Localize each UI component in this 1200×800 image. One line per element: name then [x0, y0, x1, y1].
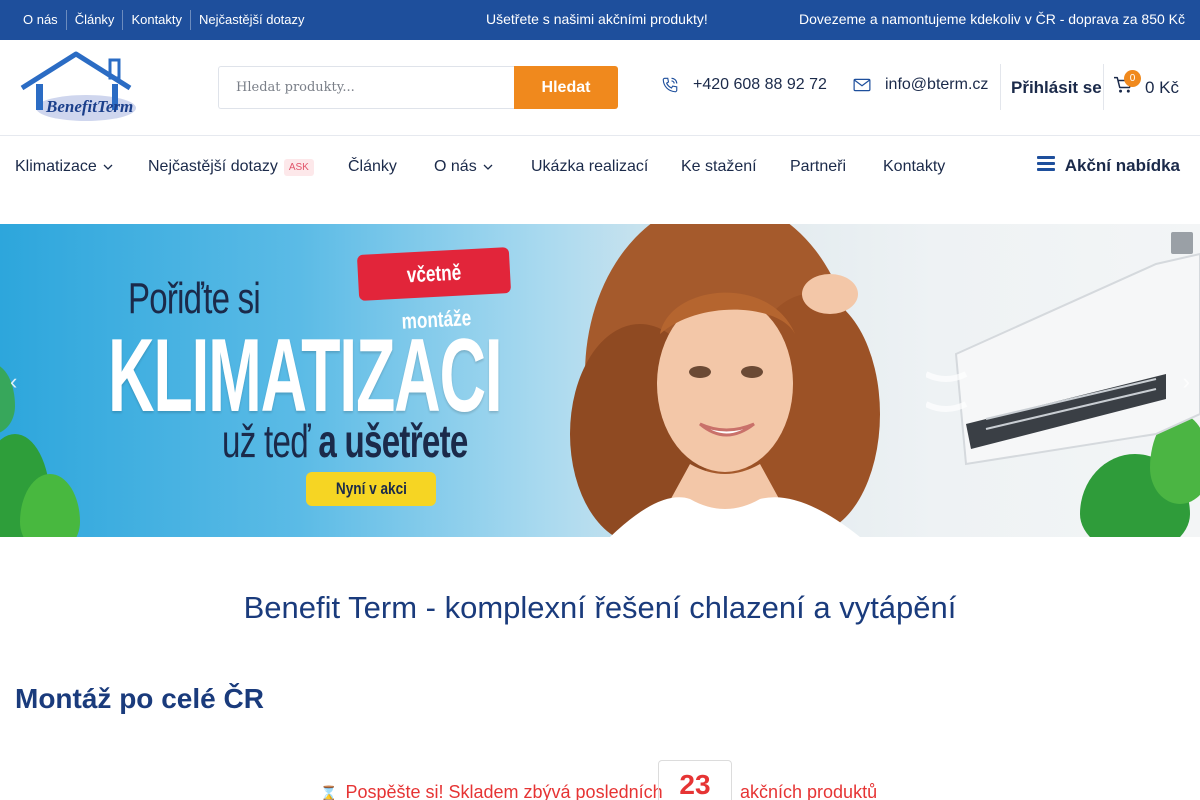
logo-text: BenefitTerm [46, 97, 134, 116]
nav-item-realizations[interactable]: Ukázka realizací [531, 158, 648, 176]
ask-badge: ASK [283, 158, 314, 176]
cart-total: 0 Kč [1145, 77, 1180, 97]
hero-line-3: už teď a ušetřete [222, 414, 468, 468]
top-link-about[interactable]: O nás [15, 10, 66, 30]
delivery-text: Dovezeme a namontujeme kdekoliv v ČR - d… [799, 11, 1185, 27]
nav-item-contacts[interactable]: Kontakty [883, 158, 945, 176]
slider-pause-button[interactable] [1171, 232, 1193, 254]
top-link-faq[interactable]: Nejčastější dotazy [190, 10, 313, 30]
header-divider [1103, 64, 1104, 110]
nav-item-label: Ke stažení [681, 158, 757, 175]
offers-label: Akční nabídka [1064, 156, 1180, 175]
stock-suffix: akčních produktů [740, 782, 878, 800]
hero-line-3b: a ušetřete [318, 415, 468, 467]
search-input[interactable] [218, 66, 514, 109]
header-divider [1000, 64, 1001, 110]
site-header: BenefitTerm Hledat +420 608 88 92 72 inf… [0, 40, 1200, 136]
woman-photo [570, 224, 880, 537]
search-form: Hledat [218, 66, 618, 109]
cart-button[interactable]: 0 0 Kč [1113, 70, 1180, 99]
email-contact[interactable]: info@bterm.cz [852, 75, 988, 95]
nav-item-label: Kontakty [883, 158, 946, 175]
nav-item-articles[interactable]: Články [348, 158, 397, 176]
logo[interactable]: BenefitTerm [18, 50, 140, 124]
top-link-contacts[interactable]: Kontakty [122, 10, 190, 30]
stock-prefix: ⌛ Pospěšte si! Skladem zbývá posledních [320, 782, 663, 800]
top-link-articles[interactable]: Články [65, 10, 123, 30]
stock-prefix-text: Pospěšte si! Skladem zbývá posledních [345, 782, 663, 800]
nav-item-klimatizace[interactable]: Klimatizace [15, 158, 113, 176]
hero-installation-badge: včetně montáže [356, 247, 512, 334]
chevron-down-icon [483, 158, 493, 176]
nav-item-label: Články [348, 158, 397, 175]
section-title: Montáž po celé ČR [15, 683, 264, 714]
top-links: O nás Články Kontakty Nejčastější dotazy [15, 0, 313, 40]
air-conditioner-photo [926, 252, 1200, 466]
hero-cta-label: Nyní v akci [335, 479, 407, 498]
nav-item-label: Partneři [790, 158, 847, 175]
stock-count: 23 [658, 760, 732, 800]
menu-icon [1036, 156, 1055, 176]
slider-prev-arrow[interactable]: ‹ [10, 369, 17, 395]
nav-item-label: Ukázka realizací [531, 158, 649, 175]
page-title: Benefit Term - komplexní řešení chlazení… [243, 590, 957, 625]
search-button[interactable]: Hledat [514, 66, 618, 109]
nav-item-downloads[interactable]: Ke stažení [681, 158, 757, 176]
phone-number: +420 608 88 92 72 [693, 76, 827, 93]
hero-banner[interactable]: včetně montáže Pořiďte si KLIMATIZACI už… [0, 224, 1200, 537]
chevron-down-icon [103, 158, 113, 176]
hero-line-3a: už teď [222, 415, 311, 467]
main-nav: Klimatizace Nejčastější dotazy ASK Článk… [0, 137, 1200, 197]
nav-item-partners[interactable]: Partneři [790, 158, 846, 176]
nav-item-label: Klimatizace [15, 158, 97, 175]
login-link[interactable]: Přihlásit se [1011, 78, 1102, 98]
slider-next-arrow[interactable]: › [1183, 369, 1190, 395]
hourglass-icon: ⌛ [320, 785, 338, 800]
nav-item-about[interactable]: O nás [434, 158, 493, 176]
promo-text[interactable]: Ušetřete s našimi akčními produkty! [486, 11, 708, 27]
phone-contact[interactable]: +420 608 88 92 72 [660, 75, 827, 95]
mail-icon [852, 75, 872, 95]
offers-menu-button[interactable]: Akční nabídka [1036, 156, 1180, 176]
nav-item-faq[interactable]: Nejčastější dotazy ASK [148, 158, 314, 176]
nav-item-label: O nás [434, 158, 477, 175]
email-address: info@bterm.cz [885, 76, 989, 93]
stock-countdown: ⌛ Pospěšte si! Skladem zbývá posledních 2… [320, 760, 900, 800]
cart-count-badge: 0 [1124, 70, 1141, 87]
phone-icon [660, 75, 680, 95]
nav-item-label: Nejčastější dotazy [148, 158, 278, 175]
top-bar: O nás Články Kontakty Nejčastější dotazy… [0, 0, 1200, 40]
hero-cta-button[interactable]: Nyní v akci [306, 472, 436, 506]
